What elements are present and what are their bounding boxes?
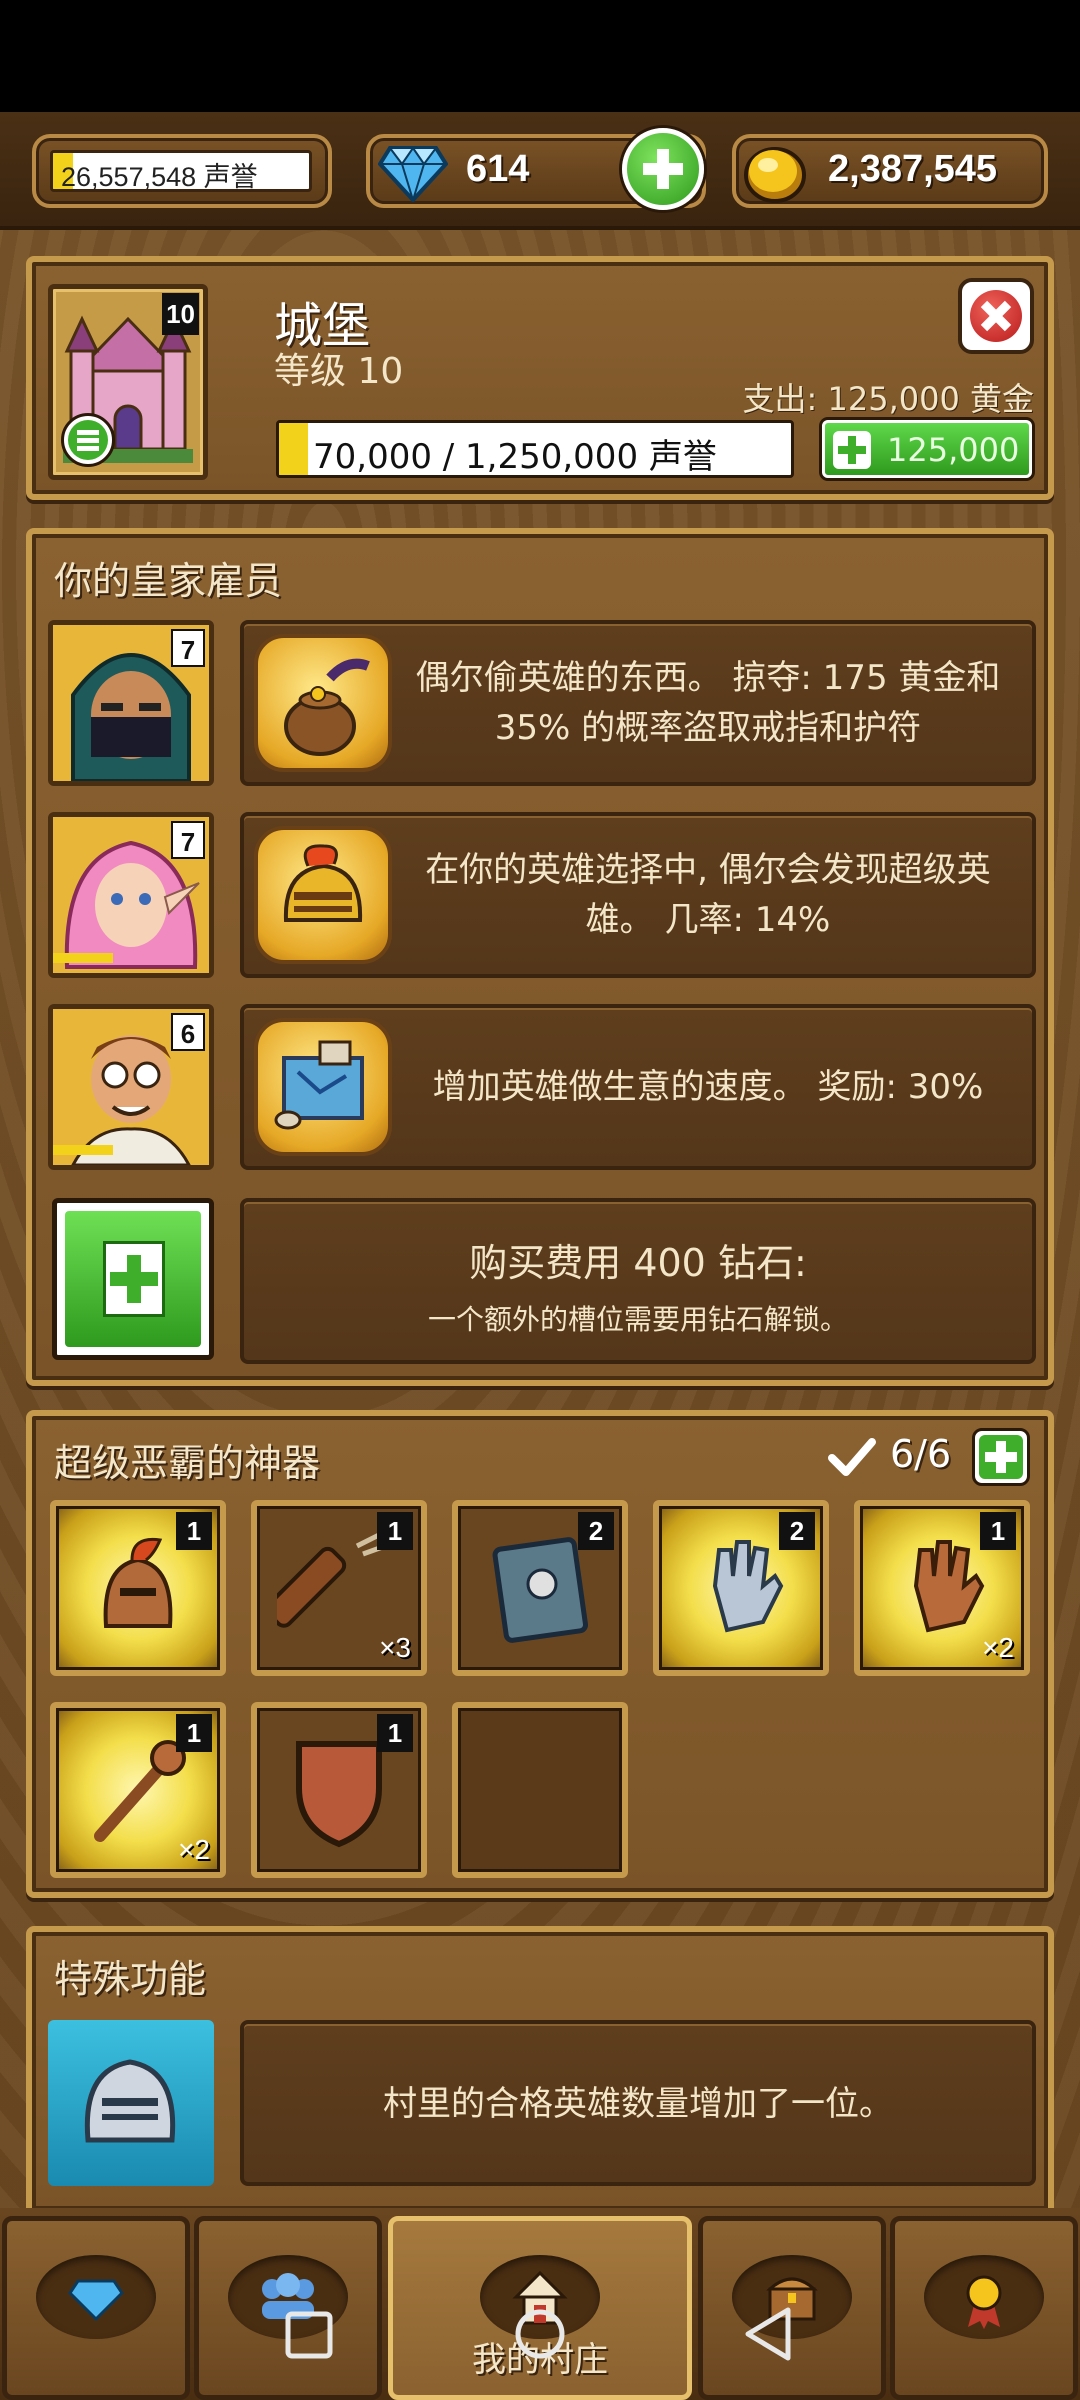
plus-icon — [833, 431, 871, 469]
close-icon — [970, 290, 1022, 342]
special-panel: 特殊功能 村里的合格英雄数量增加了一位。 — [26, 1926, 1054, 2216]
buy-slot-title: 购买费用 400 钻石: — [469, 1241, 807, 1285]
employee-description: 偶尔偷英雄的东西。 掠夺: 175 黄金和 35% 的概率盗取戒指和护符 — [415, 658, 1001, 748]
artifact-count: 1 — [176, 1714, 212, 1752]
loot-bag-icon — [254, 634, 392, 772]
house-icon — [480, 2255, 600, 2339]
artifact-slot[interactable]: 1 — [50, 1500, 226, 1676]
special-title: 特殊功能 — [54, 1957, 207, 2001]
artifact-slot[interactable]: 1 — [251, 1702, 427, 1878]
heroes-icon — [228, 2255, 348, 2339]
artifact-slot[interactable]: 1 ×2 — [50, 1702, 226, 1878]
building-panel: 10 城堡 等级 10 支出: 125,000 黄金 70,000 / 1,25… — [26, 256, 1054, 500]
plus-icon — [65, 1211, 201, 1347]
buy-slot-card[interactable]: 购买费用 400 钻石: 一个额外的槽位需要用钻石解锁。 — [240, 1198, 1036, 1364]
close-button[interactable] — [958, 278, 1034, 354]
artifact-multiplier: ×3 — [379, 1632, 411, 1663]
building-level: 等级 10 — [274, 351, 404, 392]
artifact-slot[interactable]: 1 ×2 — [854, 1500, 1030, 1676]
employee-description: 增加英雄做生意的速度。 奖励: 30% — [432, 1067, 984, 1107]
diamond-icon — [378, 146, 448, 202]
nav-tab-village[interactable]: 我的村庄 — [388, 2216, 692, 2400]
employee-portrait-elf[interactable]: 7 — [48, 812, 214, 978]
plus-icon — [979, 1435, 1023, 1479]
status-bar — [0, 0, 1080, 112]
artifacts-panel: 超级恶霸的神器 6/6 1 1 ×3 2 2 1 ×2 1 ×2 1 — [26, 1410, 1054, 1898]
upkeep-cost: 支出: 125,000 黄金 — [742, 380, 1034, 418]
castle-portrait: 10 — [48, 284, 208, 480]
artifact-count: 2 — [779, 1512, 815, 1550]
artifact-multiplier: ×2 — [178, 1834, 210, 1865]
upgrade-cost: 125,000 — [887, 431, 1020, 469]
fame-progress-fill — [279, 423, 308, 475]
gold-value: 2,387,545 — [828, 148, 998, 190]
buy-slot-subtitle: 一个额外的槽位需要用钻石解锁。 — [427, 1303, 848, 1336]
artifact-slot[interactable]: 2 — [452, 1500, 628, 1676]
bottom-nav: 我的村庄 — [0, 2208, 1080, 2400]
employee-portrait-merchant[interactable]: 6 — [48, 1004, 214, 1170]
artifacts-count: 6/6 — [890, 1432, 952, 1476]
artifact-slot[interactable]: 1 ×3 — [251, 1500, 427, 1676]
buy-gems-button[interactable] — [622, 128, 704, 210]
artifacts-title: 超级恶霸的神器 — [54, 1441, 321, 1485]
employee-card: 在你的英雄选择中, 偶尔会发现超级英雄。 几率: 14% — [240, 812, 1036, 978]
checkmark-icon — [828, 1438, 876, 1476]
artifact-count: 1 — [377, 1714, 413, 1752]
nav-label-village: 我的村庄 — [472, 2340, 608, 2380]
employee-level-badge: 6 — [171, 1013, 205, 1051]
employee-card: 偶尔偷英雄的东西。 掠夺: 175 黄金和 35% 的概率盗取戒指和护符 — [240, 620, 1036, 786]
resource-bar: 26,557,548 声誉 614 2,387,545 — [0, 112, 1080, 230]
employee-level-badge: 7 — [171, 629, 205, 667]
upgrade-button[interactable]: 125,000 — [822, 420, 1032, 478]
fame-progress-text: 70,000 / 1,250,000 声誉 — [313, 437, 717, 477]
nav-tab-chest[interactable] — [698, 2216, 886, 2400]
artifact-slot-empty[interactable] — [452, 1702, 628, 1878]
nav-tab-gems[interactable] — [2, 2216, 190, 2400]
gold-pill: 2,387,545 — [732, 134, 1048, 208]
employee-description: 在你的英雄选择中, 偶尔会发现超级英雄。 几率: 14% — [425, 850, 991, 940]
special-description: 村里的合格英雄数量增加了一位。 — [383, 2084, 893, 2124]
artifact-slot[interactable]: 2 — [653, 1500, 829, 1676]
medal-icon — [924, 2255, 1044, 2339]
employees-title: 你的皇家雇员 — [54, 559, 283, 603]
gold-coin-icon — [744, 147, 806, 203]
fame-value: 26,557,548 声誉 — [61, 162, 258, 192]
nav-tab-medal[interactable] — [890, 2216, 1078, 2400]
knight-helmet-icon — [254, 826, 392, 964]
gem-icon — [36, 2255, 156, 2339]
gems-value: 614 — [466, 148, 530, 190]
fame-pill: 26,557,548 声誉 — [32, 134, 332, 208]
fame-meter: 26,557,548 声誉 — [50, 150, 312, 192]
knight-helmet-icon — [84, 2059, 176, 2143]
employee-portrait-thief[interactable]: 7 — [48, 620, 214, 786]
building-menu-button[interactable] — [61, 413, 115, 467]
special-card: 村里的合格英雄数量增加了一位。 — [240, 2020, 1036, 2186]
list-icon — [68, 420, 108, 460]
artifact-count: 2 — [578, 1512, 614, 1550]
fame-progress-bar: 70,000 / 1,250,000 声誉 — [276, 420, 794, 478]
artifact-count: 1 — [176, 1512, 212, 1550]
special-icon-frame — [48, 2020, 214, 2186]
add-artifact-slot-button[interactable] — [972, 1428, 1030, 1486]
artifact-count: 1 — [377, 1512, 413, 1550]
chest-icon — [732, 2255, 852, 2339]
artifact-multiplier: ×2 — [982, 1632, 1014, 1663]
nav-tab-heroes[interactable] — [194, 2216, 382, 2400]
artifact-count: 1 — [980, 1512, 1016, 1550]
map-scroll-icon — [254, 1018, 392, 1156]
employee-card: 增加英雄做生意的速度。 奖励: 30% — [240, 1004, 1036, 1170]
building-level-badge: 10 — [162, 293, 199, 335]
employee-level-badge: 7 — [171, 821, 205, 859]
buy-slot-button[interactable] — [52, 1198, 214, 1360]
employees-panel: 你的皇家雇员 7 偶尔偷英雄的东西。 掠夺: 175 黄金和 35% 的概率盗取… — [26, 528, 1054, 1386]
